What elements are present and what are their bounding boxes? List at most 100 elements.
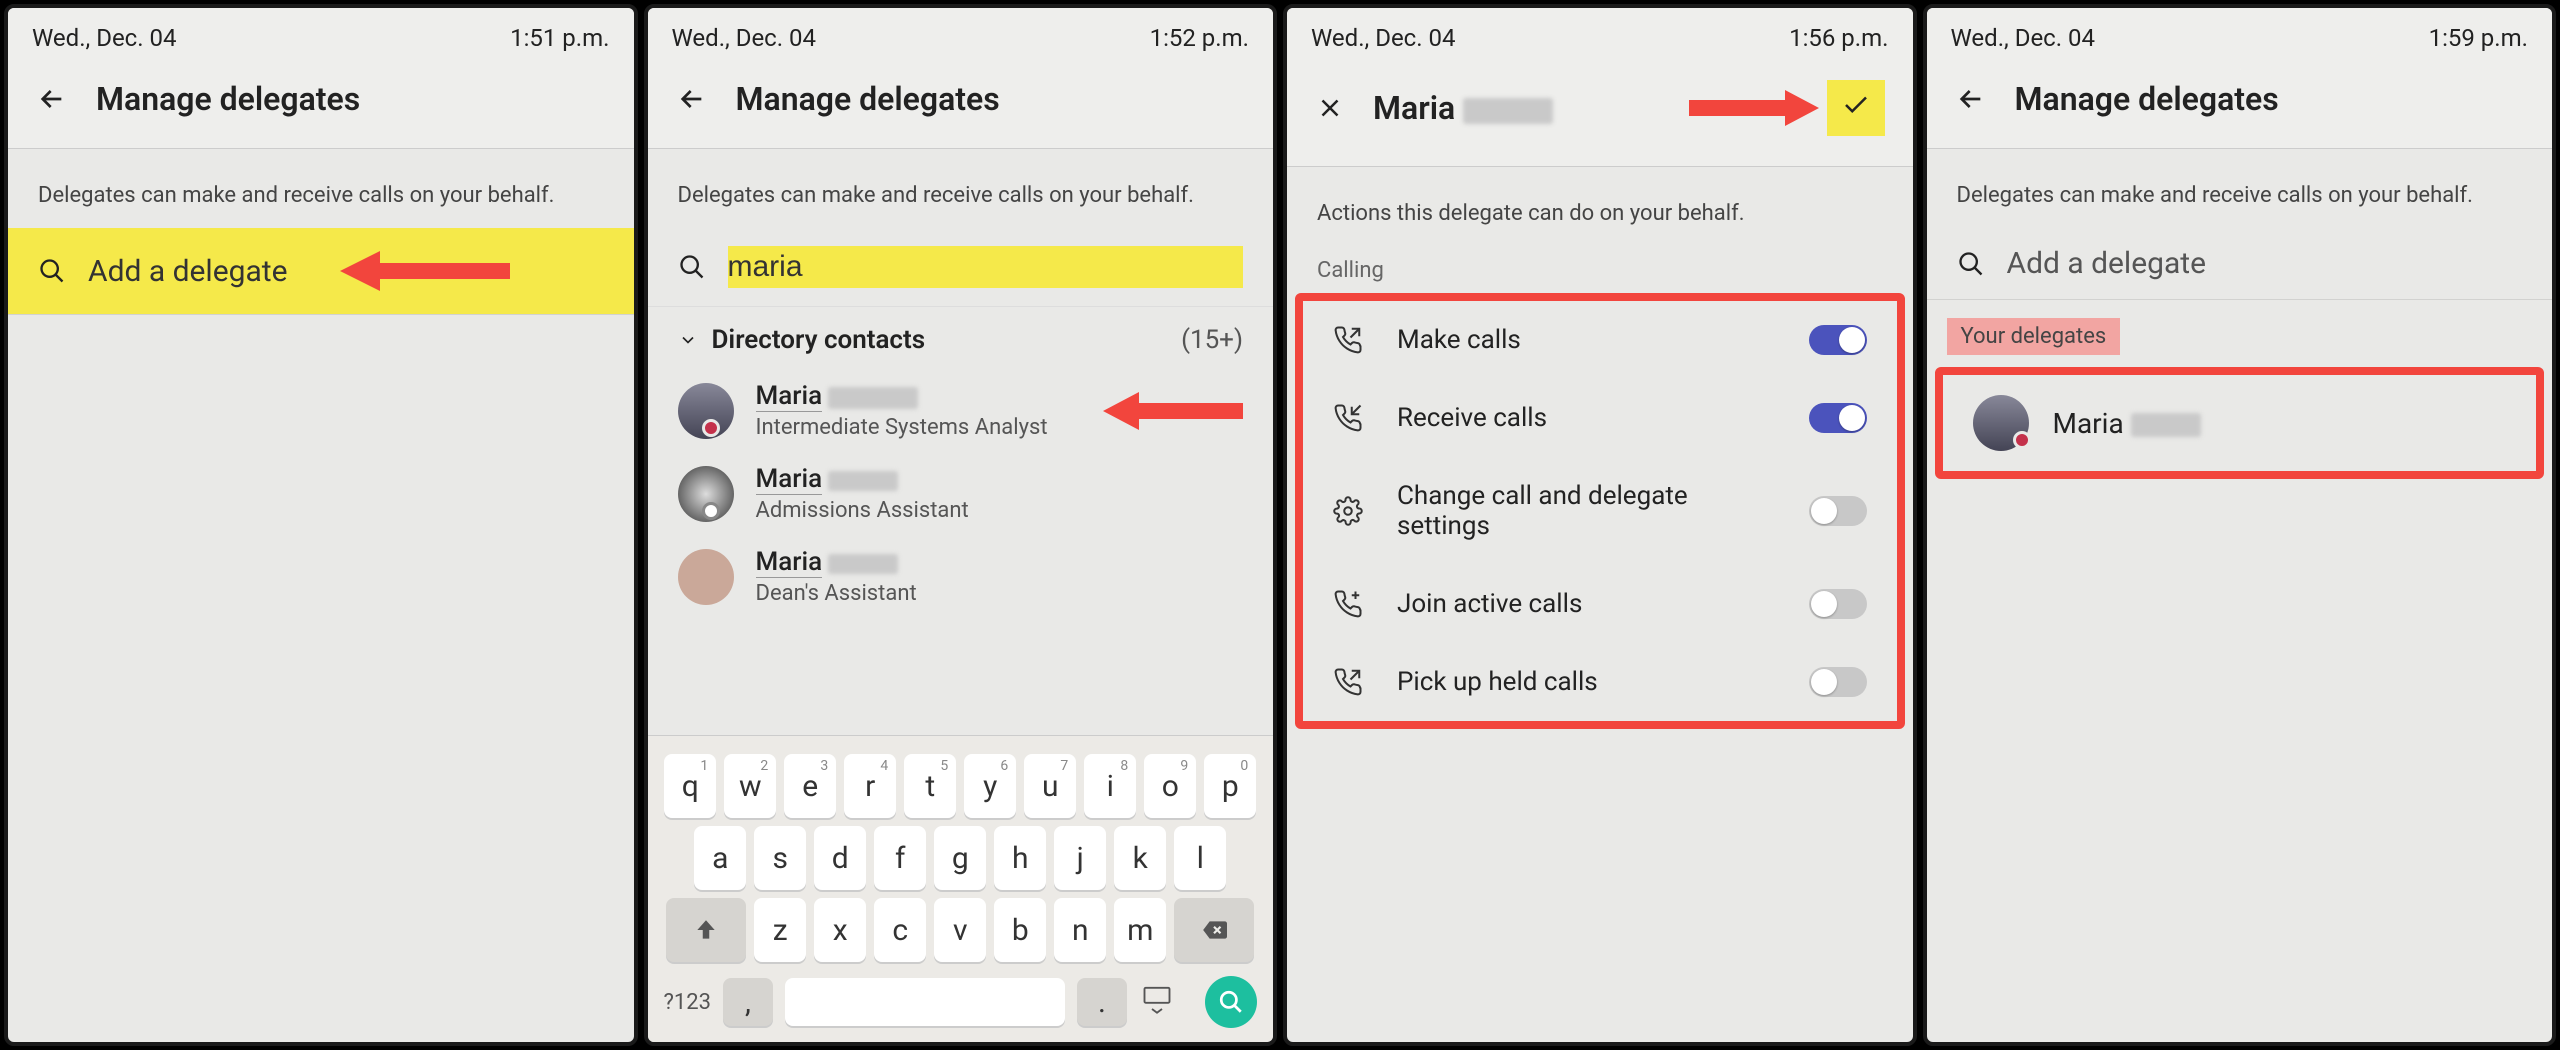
status-time: 1:59 p.m. bbox=[2429, 24, 2528, 52]
your-delegates-label: Your delegates bbox=[1947, 318, 2121, 355]
key-row-1: 1q 2w 3e 4r 5t 6y 7u 8i 9o 0p bbox=[654, 754, 1268, 818]
key-h[interactable]: h bbox=[994, 826, 1046, 890]
page-subtitle: Delegates can make and receive calls on … bbox=[648, 149, 1274, 228]
perm-label: Make calls bbox=[1397, 325, 1775, 355]
status-date: Wed., Dec. 04 bbox=[672, 24, 817, 52]
key-r[interactable]: 4r bbox=[844, 754, 896, 818]
status-date: Wed., Dec. 04 bbox=[1311, 24, 1456, 52]
screen-3-permissions: Wed., Dec. 04 1:56 p.m. Maria Actions th… bbox=[1283, 4, 1917, 1046]
key-f[interactable]: f bbox=[874, 826, 926, 890]
key-backspace[interactable] bbox=[1174, 898, 1254, 962]
call-out-icon bbox=[1333, 325, 1363, 355]
confirm-button[interactable] bbox=[1827, 80, 1885, 136]
back-icon[interactable] bbox=[676, 83, 708, 115]
add-delegate-row[interactable]: Add a delegate bbox=[1927, 228, 2553, 299]
contact-name: Maria bbox=[756, 464, 823, 495]
perm-make-calls: Make calls bbox=[1303, 301, 1897, 379]
call-add-icon bbox=[1333, 589, 1363, 619]
key-row-2: a s d f g h j k l bbox=[654, 826, 1268, 890]
key-s[interactable]: s bbox=[754, 826, 806, 890]
contact-row[interactable]: Maria Admissions Assistant bbox=[648, 452, 1274, 535]
key-x[interactable]: x bbox=[814, 898, 866, 962]
key-symbols[interactable]: ?123 bbox=[664, 990, 712, 1015]
page-header: Manage delegates bbox=[648, 62, 1274, 149]
toggle-pickup-held[interactable] bbox=[1809, 667, 1867, 697]
key-space[interactable] bbox=[785, 978, 1065, 1026]
redacted bbox=[828, 387, 918, 409]
key-comma[interactable]: , bbox=[723, 978, 773, 1026]
key-v[interactable]: v bbox=[934, 898, 986, 962]
delegate-row[interactable]: Maria bbox=[1943, 375, 2537, 471]
page-header: Manage delegates bbox=[1927, 62, 2553, 149]
back-icon[interactable] bbox=[1955, 83, 1987, 115]
toggle-change-settings[interactable] bbox=[1809, 496, 1867, 526]
redacted bbox=[828, 471, 898, 491]
key-row-3: z x c v b n m bbox=[654, 898, 1268, 962]
screen-2-search: Wed., Dec. 04 1:52 p.m. Manage delegates… bbox=[644, 4, 1278, 1046]
toggle-make-calls[interactable] bbox=[1809, 325, 1867, 355]
page-title: Manage delegates bbox=[96, 80, 360, 118]
add-delegate-row[interactable]: Add a delegate bbox=[8, 228, 634, 314]
back-icon[interactable] bbox=[36, 83, 68, 115]
key-b[interactable]: b bbox=[994, 898, 1046, 962]
contact-name: Maria bbox=[756, 381, 823, 412]
annotation-box: Maria bbox=[1935, 367, 2545, 479]
presence-busy-icon bbox=[702, 419, 720, 437]
annotation-arrow bbox=[1103, 388, 1243, 434]
key-m[interactable]: m bbox=[1114, 898, 1166, 962]
status-date: Wed., Dec. 04 bbox=[1951, 24, 2096, 52]
status-time: 1:56 p.m. bbox=[1789, 24, 1888, 52]
contact-role: Dean's Assistant bbox=[756, 581, 917, 606]
add-delegate-search[interactable] bbox=[648, 228, 1274, 306]
directory-contacts-header[interactable]: Directory contacts (15+) bbox=[648, 306, 1274, 369]
search-submit-button[interactable] bbox=[1205, 976, 1257, 1028]
close-icon[interactable] bbox=[1315, 93, 1345, 123]
key-n[interactable]: n bbox=[1054, 898, 1106, 962]
onscreen-keyboard[interactable]: 1q 2w 3e 4r 5t 6y 7u 8i 9o 0p a s d f g … bbox=[648, 735, 1274, 1042]
delegate-name: Maria bbox=[1373, 89, 1553, 127]
contact-role: Admissions Assistant bbox=[756, 498, 969, 523]
contact-row[interactable]: Maria Intermediate Systems Analyst bbox=[648, 369, 1274, 452]
screen-4-result: Wed., Dec. 04 1:59 p.m. Manage delegates… bbox=[1923, 4, 2557, 1046]
perm-label: Pick up held calls bbox=[1397, 667, 1775, 697]
key-q[interactable]: 1q bbox=[664, 754, 716, 818]
key-period[interactable]: . bbox=[1077, 978, 1127, 1026]
status-time: 1:52 p.m. bbox=[1150, 24, 1249, 52]
add-delegate-label: Add a delegate bbox=[88, 254, 288, 289]
key-j[interactable]: j bbox=[1054, 826, 1106, 890]
key-t[interactable]: 5t bbox=[904, 754, 956, 818]
redacted bbox=[2131, 413, 2201, 437]
status-bar: Wed., Dec. 04 1:59 p.m. bbox=[1927, 8, 2553, 62]
key-k[interactable]: k bbox=[1114, 826, 1166, 890]
key-d[interactable]: d bbox=[814, 826, 866, 890]
search-icon bbox=[1957, 250, 1985, 278]
status-bar: Wed., Dec. 04 1:56 p.m. bbox=[1287, 8, 1913, 62]
perm-receive-calls: Receive calls bbox=[1303, 379, 1897, 457]
toggle-receive-calls[interactable] bbox=[1809, 403, 1867, 433]
redacted bbox=[1463, 98, 1553, 124]
key-g[interactable]: g bbox=[934, 826, 986, 890]
key-l[interactable]: l bbox=[1174, 826, 1226, 890]
key-o[interactable]: 9o bbox=[1144, 754, 1196, 818]
toggle-join-calls[interactable] bbox=[1809, 589, 1867, 619]
perm-pickup-held: Pick up held calls bbox=[1303, 643, 1897, 721]
key-u[interactable]: 7u bbox=[1024, 754, 1076, 818]
key-z[interactable]: z bbox=[754, 898, 806, 962]
search-input[interactable] bbox=[728, 250, 1244, 284]
keyboard-collapse-icon[interactable] bbox=[1139, 984, 1175, 1020]
key-a[interactable]: a bbox=[694, 826, 746, 890]
status-date: Wed., Dec. 04 bbox=[32, 24, 177, 52]
key-i[interactable]: 8i bbox=[1084, 754, 1136, 818]
key-e[interactable]: 3e bbox=[784, 754, 836, 818]
key-p[interactable]: 0p bbox=[1204, 754, 1256, 818]
key-row-bottom: ?123 , . bbox=[654, 970, 1268, 1028]
contact-row[interactable]: Maria Dean's Assistant bbox=[648, 535, 1274, 618]
contact-role: Intermediate Systems Analyst bbox=[756, 415, 1048, 440]
status-bar: Wed., Dec. 04 1:52 p.m. bbox=[648, 8, 1274, 62]
presence-offline-icon bbox=[702, 502, 720, 520]
key-w[interactable]: 2w bbox=[724, 754, 776, 818]
chevron-down-icon bbox=[678, 330, 698, 350]
key-c[interactable]: c bbox=[874, 898, 926, 962]
key-y[interactable]: 6y bbox=[964, 754, 1016, 818]
key-shift[interactable] bbox=[666, 898, 746, 962]
